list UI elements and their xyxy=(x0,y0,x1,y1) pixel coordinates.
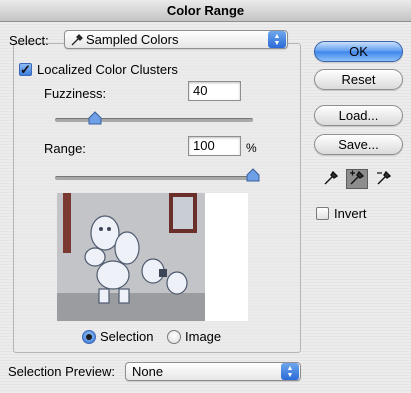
selection-preview-label: Selection Preview: xyxy=(8,364,115,379)
localized-clusters-checkbox[interactable]: ✓ xyxy=(19,63,32,76)
popup-arrows-icon: ▲ ▼ xyxy=(268,31,286,48)
selection-radio-label: Selection xyxy=(100,329,154,344)
title-bar: Color Range xyxy=(0,0,411,22)
select-popup-value: Sampled Colors xyxy=(86,32,179,47)
select-popup[interactable]: Sampled Colors ▲ ▼ xyxy=(64,30,288,49)
localized-clusters-label: Localized Color Clusters xyxy=(37,62,178,77)
eyedropper-icon xyxy=(323,170,339,189)
load-button[interactable]: Load... xyxy=(314,105,403,126)
save-button[interactable]: Save... xyxy=(314,134,403,155)
eyedropper-plus-icon xyxy=(348,170,366,189)
eyedropper-subtract-tool[interactable] xyxy=(373,169,395,189)
fuzziness-label: Fuzziness: xyxy=(44,86,107,101)
range-slider-track[interactable] xyxy=(55,176,253,180)
image-radio-label: Image xyxy=(185,329,222,344)
range-slider-thumb[interactable] xyxy=(246,168,260,182)
invert-checkbox[interactable] xyxy=(316,207,329,220)
eyedropper-icon xyxy=(71,33,83,46)
invert-label: Invert xyxy=(334,206,367,221)
popup-arrows-icon: ▲ ▼ xyxy=(281,363,299,380)
range-label: Range: xyxy=(44,141,86,156)
fuzziness-slider-thumb[interactable] xyxy=(88,111,102,125)
reset-button[interactable]: Reset xyxy=(314,69,403,90)
selection-preview-value: None xyxy=(132,364,164,379)
range-field[interactable]: 100 xyxy=(188,136,241,156)
image-radio[interactable] xyxy=(167,330,181,344)
eyedropper-add-tool[interactable] xyxy=(346,169,368,189)
select-label: Select: xyxy=(9,33,49,48)
selection-radio[interactable] xyxy=(82,330,96,344)
preview-image xyxy=(57,193,205,321)
fuzziness-slider-track[interactable] xyxy=(55,118,253,122)
selection-preview-thumbnail xyxy=(57,193,248,321)
eyedropper-tool[interactable] xyxy=(320,169,342,189)
eyedropper-minus-icon xyxy=(375,170,393,189)
window-title: Color Range xyxy=(166,3,245,18)
fuzziness-field[interactable]: 40 xyxy=(188,81,241,101)
ok-button[interactable]: OK xyxy=(314,41,403,62)
selection-preview-popup[interactable]: None ▲ ▼ xyxy=(125,362,301,381)
range-unit: % xyxy=(246,141,257,155)
